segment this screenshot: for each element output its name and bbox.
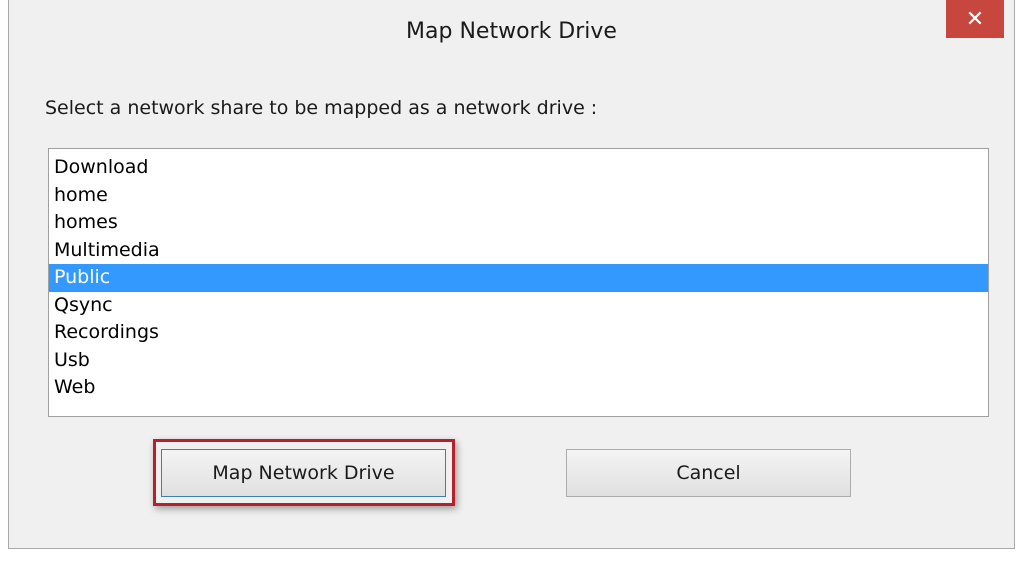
close-icon: ✕ xyxy=(965,6,985,32)
map-network-drive-button[interactable]: Map Network Drive xyxy=(161,449,446,497)
prompt-label: Select a network share to be mapped as a… xyxy=(45,97,598,119)
list-item[interactable]: Download xyxy=(49,154,988,182)
close-button[interactable]: ✕ xyxy=(946,0,1004,38)
list-item[interactable]: Qsync xyxy=(49,292,988,320)
map-network-drive-dialog: Map Network Drive ✕ Select a network sha… xyxy=(8,0,1015,549)
title-bar[interactable]: Map Network Drive ✕ xyxy=(9,0,1014,78)
list-item[interactable]: homes xyxy=(49,209,988,237)
list-item[interactable]: home xyxy=(49,182,988,210)
list-item[interactable]: Usb xyxy=(49,347,988,375)
list-item[interactable]: Recordings xyxy=(49,319,988,347)
list-item[interactable]: Multimedia xyxy=(49,237,988,265)
dialog-title: Map Network Drive xyxy=(406,19,617,44)
share-listbox[interactable]: Download home homes Multimedia Public Qs… xyxy=(48,148,989,417)
list-item[interactable]: Public xyxy=(49,264,988,292)
cancel-button[interactable]: Cancel xyxy=(566,449,851,497)
list-item[interactable]: Web xyxy=(49,374,988,402)
